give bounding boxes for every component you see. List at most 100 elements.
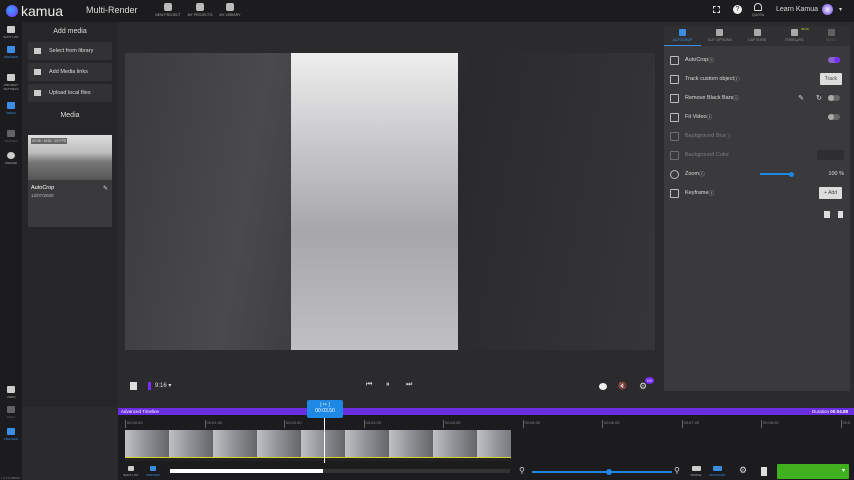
playhead[interactable]: | ✂ | 00:03.50 bbox=[307, 400, 343, 418]
playhead-line[interactable] bbox=[324, 418, 325, 463]
track-button[interactable]: Track bbox=[819, 73, 842, 85]
advanced-mode-button[interactable]: ADVANCED bbox=[707, 466, 727, 477]
rail-preview-bottom[interactable]: PREVIEW bbox=[0, 428, 22, 441]
timeline-trash-icon[interactable] bbox=[761, 467, 767, 476]
tab-cut-options[interactable]: CUT OPTIONS bbox=[701, 26, 738, 46]
label: Add Media links bbox=[49, 69, 88, 75]
tab-captions[interactable]: CAPTIONS bbox=[738, 26, 775, 46]
logo-text: kamua bbox=[21, 3, 64, 19]
video-clip-track[interactable] bbox=[125, 430, 511, 457]
skip-forward-button[interactable]: ⏭ bbox=[406, 381, 412, 389]
grid-icon bbox=[7, 26, 15, 33]
avatar[interactable] bbox=[822, 4, 833, 15]
shot-list-view-button[interactable]: SHOT LIST bbox=[122, 466, 140, 477]
export-button[interactable]: ▾ bbox=[777, 464, 849, 479]
chevron-down-icon[interactable]: ▾ bbox=[842, 467, 845, 474]
media-card[interactable]: 00:06 · UHD · 29 FPS × AutoCrop 12/07/20… bbox=[28, 135, 112, 227]
select-from-library-button[interactable]: Select from library bbox=[28, 42, 112, 60]
autocrop-toggle[interactable] bbox=[828, 57, 840, 63]
learn-kamua-link[interactable]: Learn Kamua bbox=[776, 6, 818, 13]
rail-wizard[interactable]: WIZARD bbox=[0, 152, 22, 165]
label: Upload local files bbox=[49, 90, 91, 96]
render-preset-icon[interactable] bbox=[130, 382, 137, 390]
tab-music[interactable]: MUSIC bbox=[813, 26, 850, 46]
zoom-in-icon[interactable]: ⚲ bbox=[674, 466, 680, 475]
grid-icon bbox=[128, 466, 134, 471]
my-library-button[interactable]: MY LIBRARY bbox=[210, 3, 250, 17]
track-icon bbox=[670, 74, 679, 84]
label: Remove Black Bars bbox=[685, 95, 734, 101]
edit-icon[interactable]: ✎ bbox=[103, 185, 108, 192]
mute-icon[interactable]: 🔇 bbox=[618, 382, 627, 390]
fit-video-icon bbox=[670, 112, 679, 122]
timeline-tick: 00:01.00 bbox=[204, 420, 222, 428]
rail-media[interactable]: MEDIA bbox=[0, 102, 22, 115]
zoom-row: Zoom ⓘ 100 % bbox=[670, 166, 846, 182]
preview-view-button[interactable]: PREVIEW bbox=[144, 466, 162, 477]
zoom-out-icon[interactable]: ⚲ bbox=[519, 466, 525, 475]
aspect-ratio-select[interactable]: 9:16 ▾ bbox=[155, 382, 171, 389]
tab-autocrop[interactable]: AUTOCROP bbox=[664, 26, 702, 46]
close-icon[interactable]: × bbox=[105, 137, 109, 143]
simple-mode-button[interactable]: SIMPLE bbox=[686, 466, 706, 477]
wrench-icon bbox=[716, 29, 724, 36]
timeline-zoom-slider[interactable] bbox=[532, 471, 672, 473]
timeline-tick: 00:0 bbox=[840, 420, 850, 428]
refresh-icon[interactable]: ↻ bbox=[816, 94, 822, 102]
project-title: Multi-Render bbox=[86, 5, 138, 15]
label: SHOT LIST bbox=[3, 35, 19, 39]
scrollbar-thumb[interactable] bbox=[170, 469, 323, 473]
undo-button[interactable]: UNDO bbox=[0, 386, 22, 399]
pause-button[interactable]: ⏸ bbox=[386, 381, 390, 389]
label: WIZARD bbox=[5, 161, 17, 165]
sliders-icon bbox=[7, 74, 15, 81]
monitor-icon bbox=[7, 46, 15, 53]
fit-video-toggle[interactable] bbox=[828, 114, 840, 120]
label: SIMPLE bbox=[690, 473, 702, 477]
timeline-settings-icon[interactable]: ⚙ bbox=[739, 465, 747, 476]
zoom-slider[interactable] bbox=[760, 173, 792, 175]
tab-overlays[interactable]: OVERLAYS BETA bbox=[776, 26, 813, 46]
media-date: 12/07/2020 bbox=[31, 193, 54, 198]
keyframe-row: Keyframe ⓘ + Add bbox=[670, 185, 846, 201]
timeline-scrollbar[interactable] bbox=[170, 469, 510, 473]
fit-video-row: Fit Video ⓘ bbox=[670, 109, 846, 125]
rail-shot-list[interactable]: SHOT LIST bbox=[0, 26, 22, 39]
upload-local-files-button[interactable]: Upload local files bbox=[28, 84, 112, 102]
add-keyframe-button[interactable]: + Add bbox=[819, 187, 842, 199]
hd-badge: HD bbox=[645, 377, 654, 384]
autocrop-region[interactable] bbox=[291, 53, 458, 350]
skip-back-button[interactable]: ⏮ bbox=[366, 381, 372, 389]
chevron-down-icon[interactable]: ▾ bbox=[839, 6, 842, 13]
fullscreen-icon[interactable] bbox=[713, 6, 720, 13]
background-blur-row: Background Blur ⓘ bbox=[670, 128, 846, 144]
media-title: Media bbox=[60, 112, 80, 119]
projects-icon bbox=[196, 3, 204, 11]
timeline-title: Advanced Timeline bbox=[121, 409, 160, 414]
keyframe-icon bbox=[670, 188, 679, 198]
rail-preview[interactable]: PREVIEW bbox=[0, 46, 22, 59]
pencil-icon[interactable]: ✎ bbox=[798, 94, 804, 102]
copy-icon[interactable] bbox=[824, 211, 830, 218]
quota-button[interactable]: QUOTA bbox=[738, 3, 778, 17]
rail-project-settings[interactable]: PROJECT SETTINGS bbox=[0, 74, 22, 91]
remove-black-bars-toggle[interactable] bbox=[828, 95, 840, 101]
label: OVERLAYS bbox=[784, 38, 804, 42]
zoom-slider-handle[interactable] bbox=[789, 171, 794, 177]
zoom-value: 100 % bbox=[828, 171, 844, 177]
label: Background Color bbox=[685, 152, 730, 158]
cloud-icon bbox=[754, 3, 762, 11]
label: AutoCrop bbox=[685, 57, 709, 63]
add-media-links-button[interactable]: Add Media links bbox=[28, 63, 112, 81]
media-panel: Add media Select from library Add Media … bbox=[22, 22, 118, 407]
eye-icon[interactable] bbox=[599, 383, 607, 390]
color-swatch[interactable] bbox=[817, 150, 844, 160]
media-name: AutoCrop bbox=[31, 185, 55, 191]
library-add-icon bbox=[34, 48, 41, 54]
rail-render[interactable]: RENDER bbox=[0, 130, 22, 143]
label: SHOT LIST bbox=[123, 473, 139, 477]
kamua-logo[interactable]: kamua bbox=[6, 3, 63, 19]
trash-icon[interactable] bbox=[838, 211, 843, 218]
timeline-zoom-handle[interactable] bbox=[606, 469, 612, 475]
redo-button[interactable]: REDO bbox=[0, 406, 22, 419]
